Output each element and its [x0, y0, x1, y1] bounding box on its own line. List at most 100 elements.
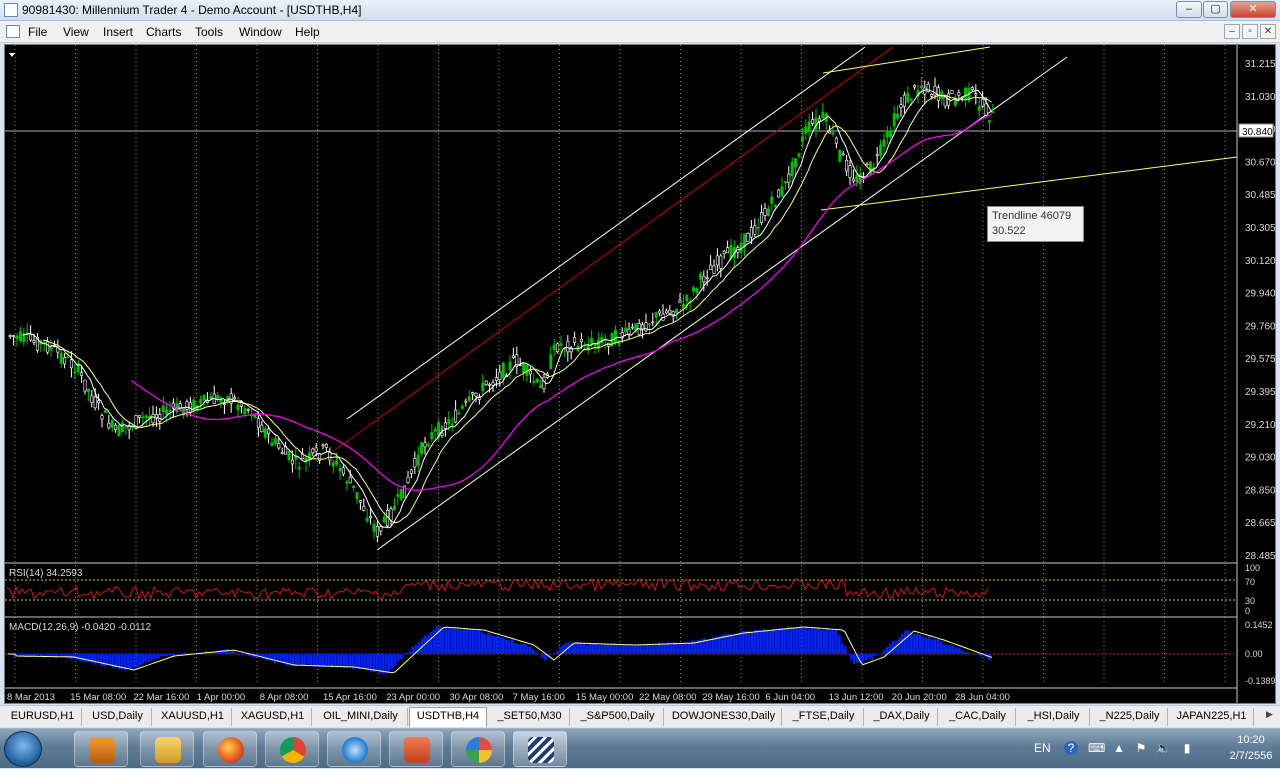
- time-tick-label: 15 Apr 16:00: [323, 692, 377, 703]
- macd-histogram-bar: [343, 654, 346, 668]
- media-player-button[interactable]: [74, 731, 128, 767]
- title-bar: 90981430: Millennium Trader 4 - Demo Acc…: [0, 0, 1280, 21]
- tab-usd-daily[interactable]: USD,Daily: [84, 708, 152, 726]
- tab-xauusd-h1[interactable]: XAUUSD,H1: [154, 708, 232, 726]
- macd-histogram-bar: [481, 632, 484, 654]
- menu-charts[interactable]: Charts: [146, 25, 181, 39]
- macd-histogram-bar: [448, 626, 451, 654]
- tab-japan225-h1[interactable]: JAPAN225,H1: [1170, 708, 1254, 726]
- macd-histogram-bar: [625, 645, 628, 654]
- trader-button[interactable]: [513, 731, 567, 767]
- candle-body: [335, 460, 339, 465]
- candle-body: [484, 380, 488, 386]
- mdi-minimize-button[interactable]: –: [1224, 24, 1240, 39]
- price-chart[interactable]: 31.215 31.030 30.840 30.670 30.485 30.305 30.1…: [5, 45, 1275, 703]
- tab-n225-daily[interactable]: _N225,Daily: [1092, 708, 1168, 726]
- macd-histogram-bar: [163, 654, 166, 656]
- macd-label: MACD(12,26,9) -0.0420 -0.0112: [9, 622, 152, 633]
- menu-window[interactable]: Window: [239, 25, 282, 39]
- macd-histogram-bar: [640, 645, 643, 654]
- tab-set50-m30[interactable]: _SET50,M30: [490, 708, 570, 726]
- candle-body: [613, 329, 617, 343]
- tab-xagusd-h1[interactable]: XAGUSD,H1: [234, 708, 312, 726]
- internet-explorer-button[interactable]: [327, 731, 381, 767]
- macd-histogram-bar: [916, 633, 919, 654]
- ma-slow-line: [131, 113, 992, 491]
- tab-usdthb-h4[interactable]: USDTHB,H4: [409, 707, 487, 727]
- tab-eurusd-h1[interactable]: EURUSD,H1: [4, 708, 82, 726]
- system-tray: EN ? ⌨ ▲ ⚑ 🔈 ▮ 10:20 2/7/2556: [1030, 729, 1280, 769]
- tab-ftse-daily[interactable]: _FTSE,Daily: [784, 708, 864, 726]
- minimize-button[interactable]: –: [1176, 1, 1202, 18]
- macd-histogram-bar: [976, 653, 979, 655]
- macd-histogram-bar: [691, 640, 694, 654]
- macd-histogram-bar: [901, 633, 904, 654]
- candle-body: [63, 357, 67, 365]
- powerpoint-button[interactable]: [389, 731, 443, 767]
- candle-body: [413, 458, 417, 468]
- macd-histogram-bar: [979, 654, 982, 657]
- firefox-button[interactable]: [203, 731, 257, 767]
- macd-histogram-bar: [709, 639, 712, 654]
- price-tick-label: 28.485: [1245, 551, 1275, 562]
- start-button[interactable]: [4, 731, 42, 767]
- show-hidden-icon[interactable]: ▲: [1112, 741, 1126, 755]
- mdi-close-button[interactable]: ✕: [1260, 24, 1276, 39]
- macd-histogram-bar: [409, 651, 412, 654]
- candle-body: [909, 98, 913, 101]
- candle-body: [396, 494, 400, 497]
- tab-dax-daily[interactable]: _DAX,Daily: [866, 708, 938, 726]
- macd-histogram-bar: [460, 629, 463, 654]
- tab-hsi-daily[interactable]: _HSI,Daily: [1018, 708, 1090, 726]
- macd-histogram-bar: [127, 654, 130, 669]
- macd-histogram-bar: [157, 654, 160, 658]
- tab-cac-daily[interactable]: _CAC,Daily: [940, 708, 1016, 726]
- network-icon[interactable]: ▮: [1180, 741, 1194, 755]
- volume-icon[interactable]: 🔈: [1156, 741, 1171, 755]
- menu-help[interactable]: Help: [295, 25, 320, 39]
- menu-view[interactable]: View: [63, 25, 89, 39]
- language-indicator[interactable]: EN: [1034, 741, 1051, 755]
- keyboard-icon[interactable]: ⌨: [1088, 741, 1105, 755]
- paint-button[interactable]: [451, 731, 505, 767]
- chart-window[interactable]: 31.215 31.030 30.840 30.670 30.485 30.305 30.1…: [4, 44, 1276, 704]
- macd-histogram-bar: [748, 630, 751, 654]
- tab-scroll-right-icon[interactable]: ▶: [1266, 709, 1278, 724]
- chrome-button[interactable]: [265, 731, 319, 767]
- macd-histogram-bar: [325, 654, 328, 666]
- macd-histogram-bar: [340, 654, 343, 667]
- candle-body: [681, 303, 685, 309]
- mdi-restore-button[interactable]: ▫: [1242, 24, 1258, 39]
- menu-tools[interactable]: Tools: [195, 25, 223, 39]
- candle-body: [749, 227, 753, 238]
- candle-body: [110, 419, 114, 428]
- tab-sp500-daily[interactable]: _S&P500,Daily: [572, 708, 664, 726]
- candle-body: [233, 397, 237, 400]
- macd-histogram-bar: [826, 627, 829, 654]
- tab-oil-mini-daily[interactable]: OIL_MINI,Daily: [314, 708, 408, 726]
- tab-dowjones30-daily[interactable]: DOWJONES30,Daily: [666, 708, 782, 726]
- candle-body: [974, 93, 978, 96]
- help-icon[interactable]: ?: [1064, 741, 1078, 755]
- macd-histogram-bar: [475, 630, 478, 654]
- candle-body: [406, 476, 410, 483]
- file-explorer-button[interactable]: [140, 731, 194, 767]
- maximize-button[interactable]: ▢: [1203, 1, 1228, 18]
- candle-body: [8, 335, 12, 337]
- tooltip-value: 30.522: [992, 225, 1026, 237]
- candle-body: [423, 442, 427, 448]
- candle-body: [838, 149, 842, 162]
- macd-histogram-bar: [676, 643, 679, 654]
- flag-icon[interactable]: ⚑: [1134, 741, 1148, 755]
- candle-body: [294, 456, 298, 460]
- macd-histogram-bar: [511, 639, 514, 654]
- chart-window-icon[interactable]: [6, 25, 20, 38]
- macd-histogram-bar: [364, 654, 367, 670]
- menu-insert[interactable]: Insert: [103, 25, 133, 39]
- clock[interactable]: 10:20 2/7/2556: [1226, 732, 1276, 764]
- close-button[interactable]: ✕: [1230, 1, 1276, 18]
- candle-body: [790, 161, 794, 177]
- candle-body: [86, 388, 90, 392]
- menu-file[interactable]: File: [28, 25, 47, 39]
- macd-histogram-bar: [61, 654, 64, 657]
